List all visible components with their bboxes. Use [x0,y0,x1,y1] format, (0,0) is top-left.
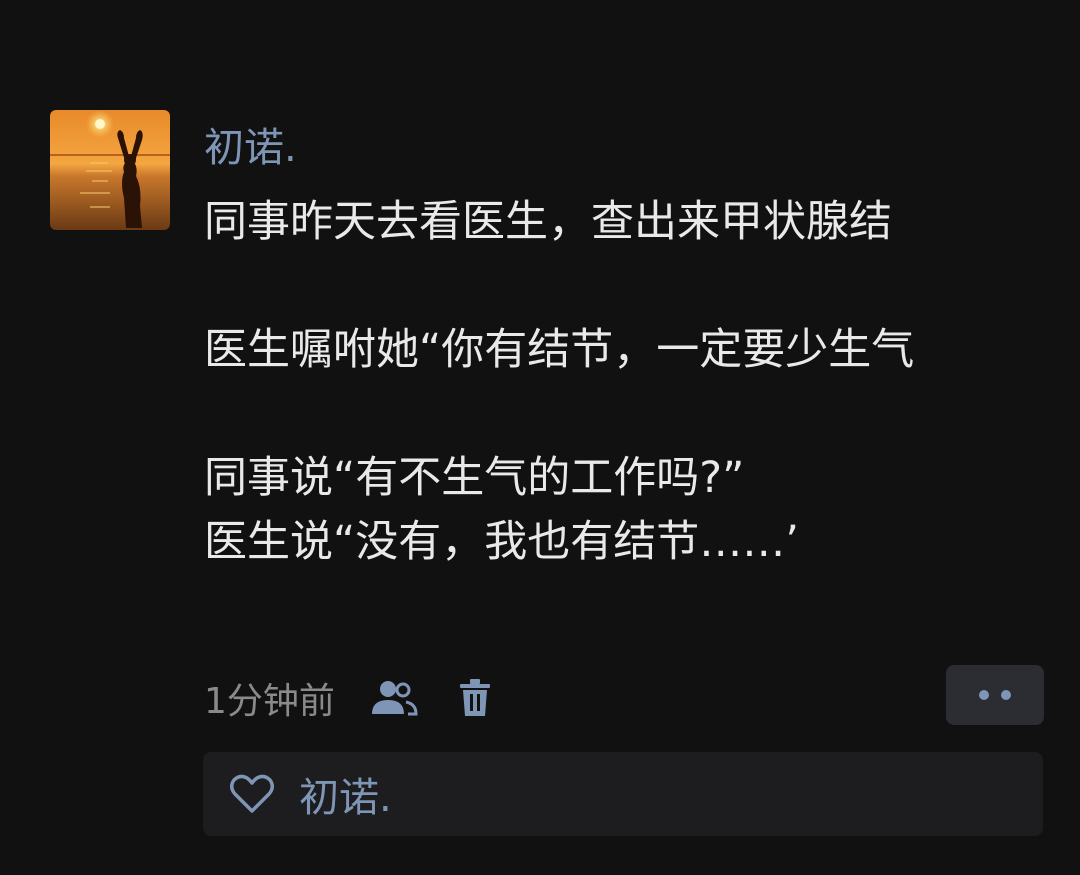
more-dots-icon [1001,690,1011,700]
post-paragraph: 医生嘱咐她“你有结节，一定要少生气 [204,325,915,375]
post-paragraph: 同事说“有不生气的工作吗?” 医生说“没有，我也有结节……’ [204,453,799,567]
sunset-silhouette-image [50,110,170,230]
post-content: 同事昨天去看医生，查出来甲状腺结 医生嘱咐她“你有结节，一定要少生气 同事说“有… [204,190,1034,574]
moments-post: 初诺. 同事昨天去看医生，查出来甲状腺结 医生嘱咐她“你有结节，一定要少生气 同… [0,0,1080,875]
avatar[interactable] [50,110,170,230]
author-name[interactable]: 初诺. [204,120,297,176]
likes-panel: 初诺. [203,752,1043,836]
liker-name[interactable]: 初诺. [299,765,392,823]
post-paragraph: 同事昨天去看医生，查出来甲状腺结 [204,197,892,247]
timestamp: 1分钟前 [204,681,335,722]
heart-icon [227,769,277,819]
friends-icon[interactable] [369,677,419,719]
post-meta: 1分钟前 [204,668,495,728]
more-options-button[interactable] [946,665,1044,725]
more-dots-icon [979,690,989,700]
trash-icon[interactable] [455,677,495,719]
